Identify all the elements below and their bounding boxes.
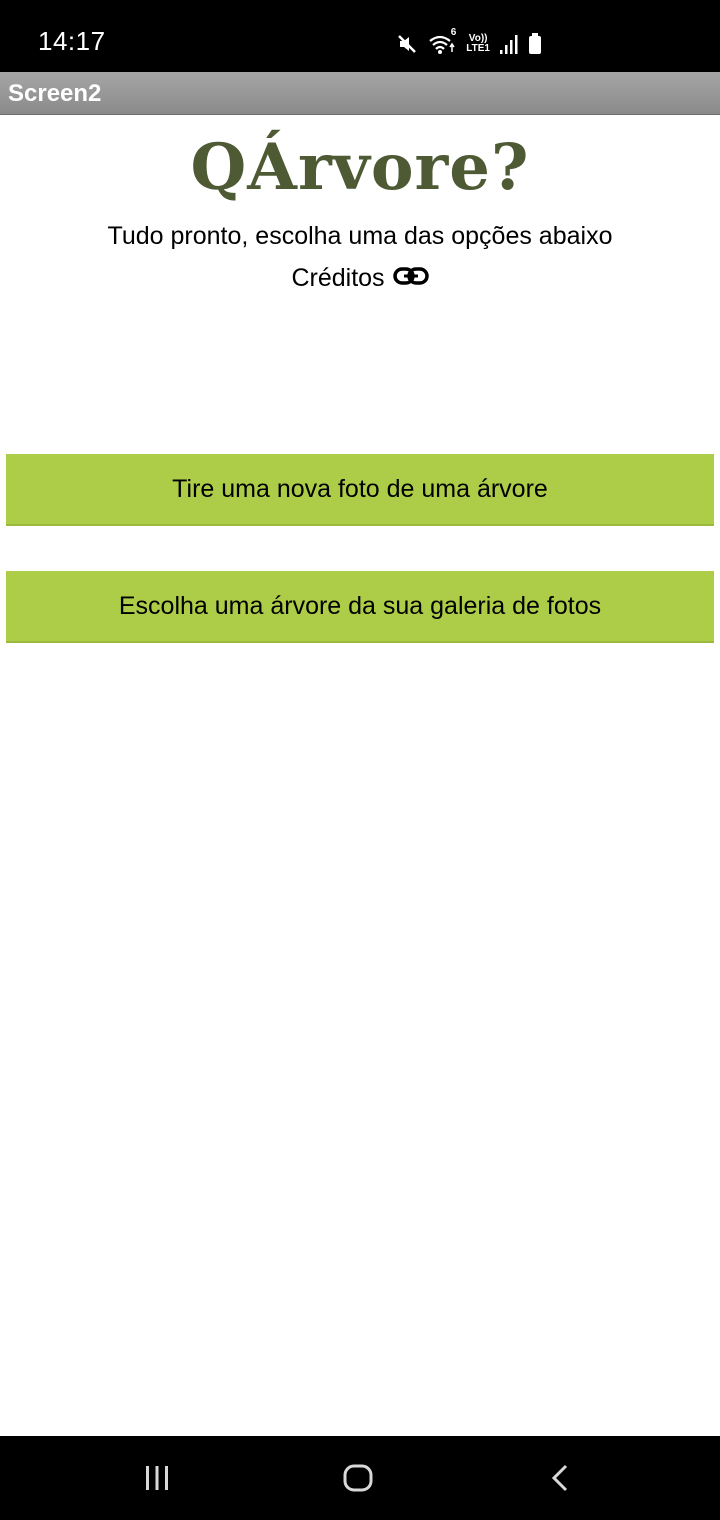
title-bar: Screen2	[0, 72, 720, 115]
back-icon[interactable]	[540, 1458, 580, 1498]
choose-gallery-button[interactable]: Escolha uma árvore da sua galeria de fot…	[6, 571, 714, 643]
recent-apps-icon[interactable]	[137, 1458, 177, 1498]
screen-title: Screen2	[8, 80, 102, 107]
home-icon[interactable]	[338, 1458, 378, 1498]
wifi-icon: 6	[428, 27, 456, 55]
subtitle: Tudo pronto, escolha uma das opções abai…	[107, 222, 613, 250]
status-bar: 14:17 6 Vo)) LTE1	[0, 0, 720, 72]
credits-link[interactable]: Créditos	[0, 264, 720, 293]
app-logo: QÁrvore?	[190, 130, 530, 205]
status-icons: 6 Vo)) LTE1	[396, 27, 542, 58]
link-icon	[392, 264, 429, 293]
navigation-bar	[0, 1436, 720, 1520]
wifi-badge: 6	[450, 27, 457, 38]
battery-icon	[528, 33, 542, 55]
take-photo-button[interactable]: Tire uma nova foto de uma árvore	[6, 454, 714, 526]
status-time: 14:17	[38, 26, 106, 56]
lte-icon: Vo)) LTE1	[466, 34, 490, 54]
signal-icon	[500, 34, 518, 54]
credits-label: Créditos	[291, 264, 385, 292]
mute-icon	[396, 33, 418, 55]
lte-label-bottom: LTE1	[466, 43, 490, 54]
